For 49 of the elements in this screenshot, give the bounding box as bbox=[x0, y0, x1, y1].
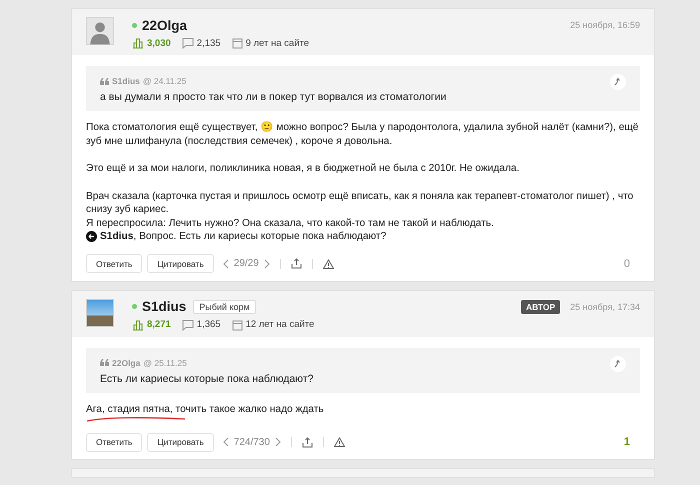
comment-text: Врач сказала (карточка пустая и пришлось осмотр ещё вписать, как я поняла как терапевт-стоматолог пишет) , что снизу зуб кариес. bbox=[86, 190, 634, 216]
rating-icon bbox=[132, 318, 144, 330]
quote-text: Есть ли кариесы которые пока наблюдают? bbox=[100, 372, 314, 384]
quote-date: @ 24.11.25 bbox=[142, 76, 186, 86]
comment-time: 25 ноября, 17:34 bbox=[570, 302, 640, 312]
rating-icon bbox=[132, 37, 144, 49]
share-icon[interactable] bbox=[290, 258, 302, 269]
comment-text: S1dius, Вопрос. Есть ли кариесы которые пока наблюдают? bbox=[100, 230, 386, 244]
comment-time: 25 ноября, 16:59 bbox=[570, 20, 640, 30]
vote-count: 1 bbox=[624, 436, 630, 448]
rating-value: 8,271 bbox=[147, 319, 171, 330]
quote-icon bbox=[100, 359, 109, 366]
tenure-label: 12 лет на сайте bbox=[246, 319, 314, 330]
calendar-icon bbox=[232, 318, 243, 330]
quote-button[interactable]: Цитировать bbox=[147, 432, 214, 452]
thread-position: 29/29 bbox=[234, 258, 259, 269]
quote-text: а вы думали я просто так что ли в покер тут ворвался из стоматологии bbox=[100, 91, 448, 103]
comment-icon bbox=[182, 318, 194, 330]
warning-icon[interactable] bbox=[334, 437, 345, 447]
author-name[interactable]: S1dius bbox=[142, 299, 186, 314]
author-name[interactable]: 22Olga bbox=[142, 18, 188, 32]
comment-count: 2,135 bbox=[196, 38, 221, 48]
reply-arrow-icon bbox=[86, 231, 97, 242]
comment-text: Я переспросила: Лечить нужно? Она сказала, что какой-то там не такой и наблюдать. bbox=[86, 216, 495, 230]
tenure-label: 9 лет на сайте bbox=[246, 38, 310, 48]
reply-button[interactable]: Ответить bbox=[86, 254, 142, 273]
author-badge: АВТОР bbox=[520, 300, 560, 314]
comment-count: 1,365 bbox=[196, 319, 221, 330]
quote-icon bbox=[100, 78, 109, 84]
share-icon[interactable] bbox=[302, 436, 313, 448]
reply-button[interactable]: Ответить bbox=[86, 432, 142, 452]
vote-count: 0 bbox=[624, 258, 630, 270]
warning-icon[interactable] bbox=[322, 258, 334, 268]
photo-placeholder bbox=[86, 298, 114, 326]
quote-date: @ 25.11.25 bbox=[143, 358, 187, 368]
rank-label: Рыбий корм bbox=[193, 300, 256, 314]
chevron-right-icon[interactable] bbox=[274, 437, 281, 447]
rating-value: 3,030 bbox=[147, 38, 171, 48]
user-silhouette-icon bbox=[86, 17, 114, 45]
comment-text: Ага, стадия пятна, точить такое жалко надо ждать bbox=[86, 402, 325, 416]
quote-button[interactable]: Цитировать bbox=[147, 254, 214, 273]
comment-icon bbox=[182, 37, 194, 49]
chevron-left-icon[interactable] bbox=[222, 437, 229, 447]
comment-text: Это ещё и за мои налоги, поликлиника новая, я в бюджетной не была с 2010г. Не ожидала. bbox=[86, 162, 520, 176]
comment-text: Пока стоматология ещё существует, 🙂 можно вопрос? Была у пародонтолога, удалила зубной налёт (камни?), ещё зуб мне шлифанула (последствия семечек) , короче я довольна. bbox=[86, 121, 640, 148]
chevron-left-icon[interactable] bbox=[222, 258, 229, 268]
chevron-right-icon[interactable] bbox=[264, 258, 270, 268]
calendar-icon bbox=[232, 37, 243, 49]
thread-position: 724/730 bbox=[234, 436, 270, 448]
